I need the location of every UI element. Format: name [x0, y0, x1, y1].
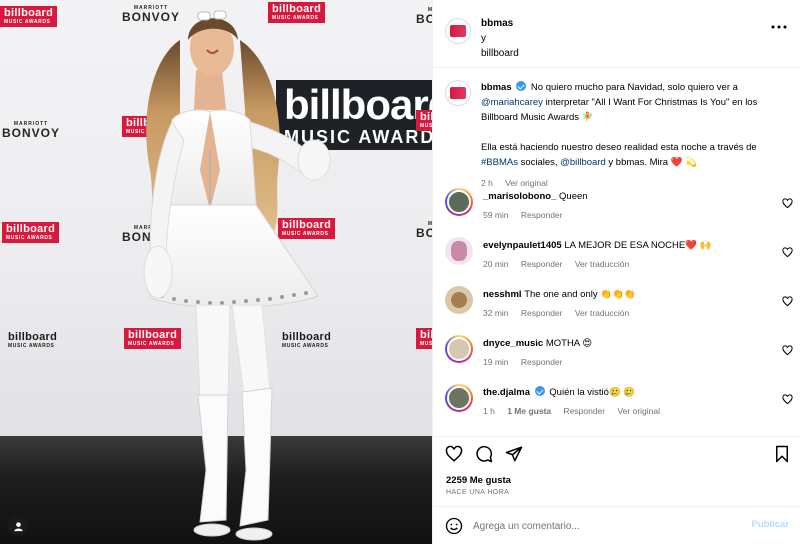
post-detail-panel: bbmas y billboard bbmas No quiero mucho …	[432, 0, 800, 544]
see-original-button[interactable]: Ver original	[617, 406, 660, 416]
reply-button[interactable]: Responder	[521, 210, 563, 220]
person-figure	[143, 10, 331, 541]
see-translation-button[interactable]: Ver traducción	[575, 308, 629, 318]
like-comment-heart-icon[interactable]	[782, 394, 793, 405]
like-comment-heart-icon[interactable]	[782, 247, 793, 258]
see-original-button[interactable]: Ver original	[505, 178, 548, 188]
post-timestamp[interactable]: HACE UNA HORA	[446, 489, 509, 496]
comment-item: the.djalma Quién la vistió🥲 🥲 1 h 1 Me g…	[445, 384, 795, 424]
tagged-users-icon[interactable]	[8, 516, 28, 536]
like-heart-icon[interactable]	[445, 445, 463, 463]
commenter-avatar[interactable]	[445, 188, 473, 216]
comment-username[interactable]: _marisolobono_	[483, 191, 556, 202]
comment-username[interactable]: dnyce_music	[483, 338, 543, 349]
commenter-avatar[interactable]	[445, 335, 473, 363]
see-translation-button[interactable]: Ver traducción	[575, 259, 629, 269]
comment-item: nesshml The one and only 👏👏👏 32 min Resp…	[445, 286, 795, 326]
comment-time[interactable]: 59 min	[483, 210, 509, 220]
post-actions: 2259 Me gusta HACE UNA HORA	[433, 436, 800, 504]
comment-username[interactable]: nesshml	[483, 289, 522, 300]
commenter-avatar[interactable]	[445, 384, 473, 412]
comment-text: Quién la vistió🥲 🥲	[549, 387, 636, 398]
like-comment-heart-icon[interactable]	[782, 296, 793, 307]
like-comment-heart-icon[interactable]	[782, 198, 793, 209]
reply-button[interactable]: Responder	[521, 357, 563, 367]
comment-text: The one and only 👏👏👏	[524, 289, 636, 300]
likes-count[interactable]: 2259 Me gusta	[446, 475, 511, 486]
verified-badge-icon	[516, 81, 527, 91]
comment-username[interactable]: evelynpaulet1405	[483, 240, 562, 251]
hashtag-link[interactable]: #BBMAs	[481, 157, 518, 168]
comment-input[interactable]	[473, 516, 743, 536]
verified-badge-icon	[534, 386, 545, 396]
post-comment-button[interactable]: Publicar	[752, 519, 790, 530]
reply-button[interactable]: Responder	[521, 308, 563, 318]
comment-text: LA MEJOR DE ESA NOCHE❤️ 🙌	[564, 240, 712, 251]
post-media[interactable]: billboard MUSIC AWARDS MARRIOTT BONVOY bil…	[0, 0, 432, 544]
share-send-icon[interactable]	[505, 445, 523, 463]
comment-composer: Publicar	[433, 506, 800, 544]
author-username[interactable]: bbmas	[481, 16, 519, 31]
comment-bubble-icon[interactable]	[475, 445, 493, 463]
bbmas-avatar[interactable]	[445, 80, 471, 106]
reply-button[interactable]: Responder	[521, 259, 563, 269]
reply-button[interactable]: Responder	[564, 406, 606, 416]
emoji-icon[interactable]	[445, 517, 463, 535]
author-connector: y	[481, 33, 486, 44]
comment-item: evelynpaulet1405 LA MEJOR DE ESA NOCHE❤️…	[445, 237, 795, 277]
caption-text: y bbmas. Mira ❤️ 💫	[608, 157, 698, 168]
caption-username[interactable]: bbmas	[481, 82, 512, 93]
caption-text: No quiero mucho para Navidad, solo quier…	[530, 82, 738, 93]
comment-username[interactable]: the.djalma	[483, 387, 530, 398]
post-author: bbmas y billboard	[481, 16, 519, 61]
comment-time[interactable]: 20 min	[483, 259, 509, 269]
commenter-avatar[interactable]	[445, 286, 473, 314]
comment-text: MOTHA 😍	[545, 338, 593, 349]
comments-scroll-area[interactable]: bbmas No quiero mucho para Navidad, solo…	[433, 68, 800, 430]
caption-text: sociales,	[520, 157, 558, 168]
comment-likes[interactable]: 1 Me gusta	[507, 406, 551, 416]
post-header: bbmas y billboard	[433, 0, 800, 68]
comment-time[interactable]: 19 min	[483, 357, 509, 367]
save-bookmark-icon[interactable]	[773, 445, 791, 463]
collaborator-username[interactable]: billboard	[481, 46, 519, 61]
caption-text: Ella está haciendo nuestro deseo realida…	[481, 142, 757, 153]
post-caption: bbmas No quiero mucho para Navidad, solo…	[445, 80, 795, 191]
caption-time[interactable]: 2 h	[481, 178, 493, 188]
comment-text: Queen	[559, 191, 588, 202]
mention-link[interactable]: @billboard	[560, 157, 606, 168]
comment-time[interactable]: 1 h	[483, 406, 495, 416]
comment-item: _marisolobono_ Queen 59 min Responder	[445, 188, 795, 228]
bbmas-avatar[interactable]	[445, 18, 471, 44]
comment-item: dnyce_music MOTHA 😍 19 min Responder	[445, 335, 795, 375]
comment-time[interactable]: 32 min	[483, 308, 509, 318]
like-comment-heart-icon[interactable]	[782, 345, 793, 356]
more-horizontal-icon[interactable]	[771, 24, 787, 30]
mention-link[interactable]: @mariahcarey	[481, 97, 543, 108]
commenter-avatar[interactable]	[445, 237, 473, 265]
